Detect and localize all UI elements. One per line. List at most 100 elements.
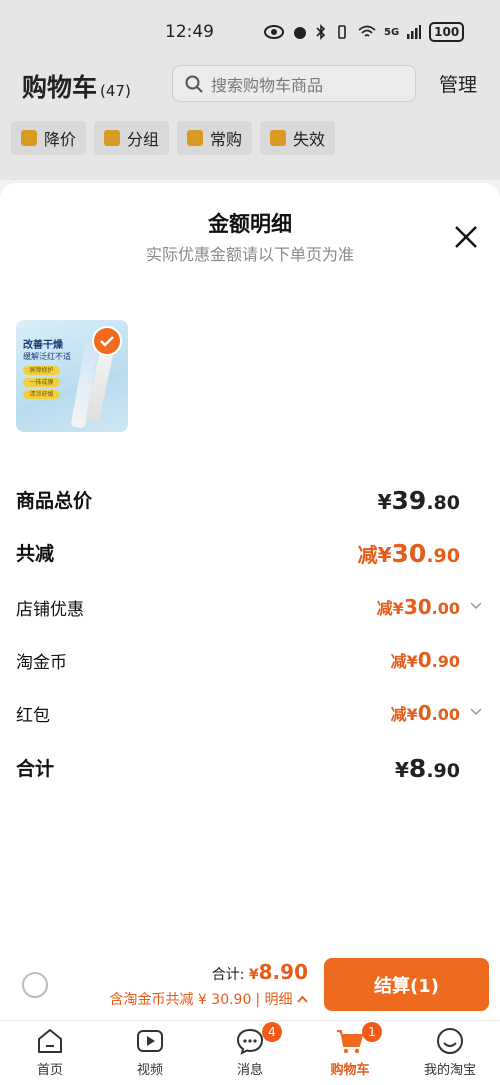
- shop-discount-row[interactable]: 店铺优惠 减¥30.00: [16, 595, 482, 625]
- profile-icon: [437, 1028, 463, 1054]
- filter-label: 降价: [44, 130, 77, 149]
- product-thumb-tag: 一抹成膜: [23, 378, 60, 387]
- sum-row: 合计 ¥8.90: [16, 754, 482, 784]
- checkout-total-amount: ¥8.90: [248, 960, 308, 984]
- checkout-discount[interactable]: 含淘金币共减 ¥ 30.90 | 明细: [109, 989, 308, 1009]
- search-placeholder: 搜索购物车商品: [211, 75, 324, 95]
- bottom-tab-bar: 首页 视频 4 消息 1 购物车 我的淘宝: [0, 1020, 500, 1085]
- checkout-total-prefix: ¥: [248, 967, 259, 983]
- tab-label: 首页: [36, 1063, 63, 1078]
- filter-label: 分组: [127, 130, 160, 149]
- sheet-title: 金额明细: [208, 212, 292, 236]
- sum-label: 合计: [16, 758, 55, 780]
- checkout-total-value: 8.90: [258, 960, 308, 984]
- value-dec: .00: [431, 599, 460, 618]
- chevron-down-icon[interactable]: [470, 599, 482, 611]
- value-prefix: 减¥: [357, 543, 392, 567]
- value-int: 39: [391, 486, 427, 515]
- tab-video[interactable]: 视频: [110, 1026, 190, 1078]
- total-discount-value: 减¥30.90: [358, 539, 460, 568]
- status-icons: 5G 100: [264, 22, 465, 42]
- filter-label: 常购: [210, 130, 243, 149]
- network-5g-label: 5G: [384, 26, 400, 38]
- goods-total-row: 商品总价 ¥39.80: [16, 486, 482, 516]
- product-thumb-tag: 清凉舒缓: [23, 390, 60, 399]
- value-prefix: 减¥: [376, 599, 404, 618]
- selected-check-icon: [92, 326, 122, 356]
- filter-frequent[interactable]: 常购: [177, 121, 253, 155]
- cart-small-icon: [187, 130, 204, 146]
- tab-label: 消息: [236, 1063, 263, 1078]
- filter-price-drop[interactable]: 降价: [11, 121, 87, 155]
- vibrate-icon: [338, 25, 346, 39]
- status-time: 12:49: [165, 22, 214, 42]
- filter-row: 降价 分组 常购 失效: [11, 121, 336, 155]
- taojinbi-label: 淘金币: [16, 653, 67, 673]
- taojinbi-value: 减¥0.90: [391, 648, 460, 672]
- value-int: 30: [391, 539, 427, 568]
- search-input[interactable]: 搜索购物车商品: [172, 65, 416, 102]
- checkout-total: 合计: ¥8.90: [212, 960, 308, 984]
- checkout-total-label: 合计:: [211, 967, 245, 983]
- value-dec: .90: [426, 545, 460, 567]
- red-packet-row[interactable]: 红包 减¥0.00: [16, 701, 482, 731]
- message-icon: [236, 1028, 264, 1055]
- chevron-down-icon[interactable]: [470, 705, 482, 717]
- bluetooth-icon: [316, 24, 326, 40]
- chevron-up-icon[interactable]: [297, 995, 308, 1004]
- cart-title-text: 购物车: [22, 73, 98, 102]
- value-dec: .80: [426, 492, 460, 514]
- value-prefix: ¥: [377, 490, 392, 514]
- tab-cart[interactable]: 1 购物车: [310, 1022, 390, 1078]
- close-icon[interactable]: [452, 223, 480, 251]
- search-icon: [185, 75, 203, 93]
- video-icon: [137, 1030, 163, 1052]
- value-int: 0: [417, 648, 432, 672]
- value-int: 30: [403, 595, 432, 619]
- sheet-subtitle: 实际优惠金额请以下单页为准: [145, 245, 354, 264]
- value-int: 0: [417, 701, 432, 725]
- tab-profile[interactable]: 我的淘宝: [410, 1026, 490, 1078]
- value-prefix: 减¥: [390, 652, 418, 671]
- total-discount-label: 共减: [16, 543, 55, 565]
- shop-discount-value: 减¥30.00: [377, 595, 460, 619]
- tab-home[interactable]: 首页: [10, 1026, 90, 1078]
- product-thumb-tag: 屏障修护: [23, 366, 60, 375]
- price-drop-icon: [21, 130, 37, 146]
- tab-label: 视频: [136, 1063, 163, 1078]
- message-badge: 4: [262, 1022, 282, 1042]
- wifi-icon: [358, 25, 376, 37]
- select-all-checkbox[interactable]: [22, 972, 48, 998]
- manage-button[interactable]: 管理: [439, 70, 477, 97]
- status-bar: 12:49 5G 100: [0, 0, 500, 64]
- amount-detail-sheet: 金额明细 实际优惠金额请以下单页为准 改善干燥 缓解泛红不适 屏障修护 一抹成膜…: [0, 183, 500, 958]
- checkout-button[interactable]: 结算(1): [324, 958, 489, 1011]
- goods-total-value: ¥39.80: [378, 486, 460, 515]
- shop-discount-label: 店铺优惠: [16, 600, 84, 620]
- filter-group[interactable]: 分组: [94, 121, 170, 155]
- eye-icon: [264, 25, 284, 39]
- checkout-discount-text: 含淘金币共减 ¥ 30.90: [109, 992, 252, 1008]
- cart-title: 购物车 (47): [22, 68, 131, 104]
- tab-label: 购物车: [330, 1063, 370, 1078]
- value-dec: .00: [431, 705, 460, 724]
- red-packet-label: 红包: [16, 706, 50, 726]
- filter-label: 失效: [293, 130, 326, 149]
- battery-indicator: 100: [429, 22, 465, 42]
- value-dec: .90: [426, 760, 460, 782]
- tab-messages[interactable]: 4 消息: [210, 1022, 290, 1078]
- total-discount-row: 共减 减¥30.90: [16, 539, 482, 569]
- filter-invalid[interactable]: 失效: [260, 121, 336, 155]
- cart-badge: 1: [362, 1022, 382, 1042]
- goods-total-label: 商品总价: [16, 490, 93, 512]
- checkout-detail-link[interactable]: | 明细: [255, 992, 292, 1008]
- product-thumbnail[interactable]: 改善干燥 缓解泛红不适 屏障修护 一抹成膜 清凉舒缓: [16, 320, 128, 432]
- cart-header: 购物车 (47) 搜索购物车商品 管理 降价 分组 常购 失效: [0, 60, 500, 180]
- taojinbi-row: 淘金币 减¥0.90: [16, 648, 482, 678]
- value-prefix: ¥: [395, 758, 409, 782]
- value-int: 8: [408, 754, 427, 783]
- invalid-icon: [270, 130, 287, 146]
- value-prefix: 减¥: [390, 705, 418, 724]
- product-thumb-line2: 缓解泛红不适: [23, 352, 71, 361]
- home-icon: [38, 1029, 62, 1053]
